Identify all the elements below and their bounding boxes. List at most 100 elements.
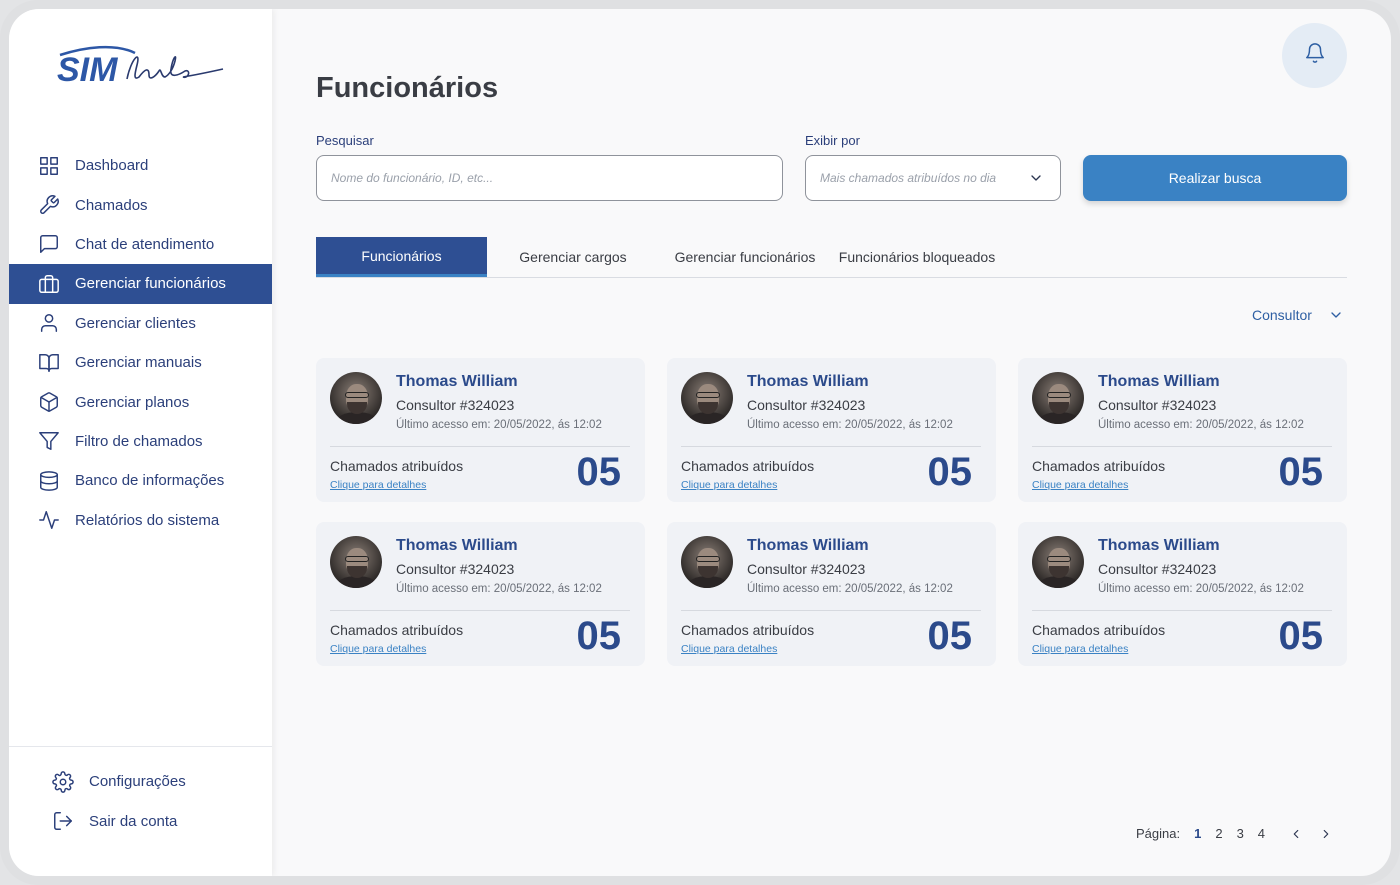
chevron-down-icon (1328, 307, 1344, 323)
employee-role: Consultor #324023 (396, 397, 515, 413)
avatar (681, 372, 733, 424)
details-link[interactable]: Clique para detalhes (1032, 479, 1128, 491)
employee-name: Thomas William (747, 537, 869, 554)
avatar (330, 372, 382, 424)
sidebar-item-chat[interactable]: Chat de atendimento (9, 225, 272, 264)
display-by-value: Mais chamados atribuídos no dia (820, 171, 997, 185)
filter-icon (37, 429, 61, 453)
app-screen: SIM Dashboard Chamados Chat de atendimen… (9, 9, 1391, 876)
gear-icon (51, 770, 75, 794)
avatar (1032, 372, 1084, 424)
sidebar-item-sair[interactable]: Sair da conta (23, 801, 263, 840)
assigned-label: Chamados atribuídos (681, 622, 815, 638)
search-button[interactable]: Realizar busca (1083, 155, 1347, 201)
page-title: Funcionários (316, 72, 499, 104)
grid-icon (37, 154, 61, 178)
tab-bar: Funcionários Gerenciar cargos Gerenciar … (316, 237, 1347, 278)
assigned-label: Chamados atribuídos (1032, 622, 1166, 638)
search-input[interactable] (316, 155, 783, 201)
employee-role: Consultor #324023 (1098, 561, 1217, 577)
employee-role: Consultor #324023 (747, 397, 866, 413)
avatar (330, 536, 382, 588)
card-divider (681, 610, 981, 611)
employee-last-access: Último acesso em: 20/05/2022, ás 12:02 (1098, 583, 1304, 595)
sidebar-item-gerenciar-manuais[interactable]: Gerenciar manuais (9, 343, 272, 382)
tab-funcionarios[interactable]: Funcionários (316, 237, 487, 277)
sidebar-item-label: Gerenciar funcionários (75, 275, 226, 293)
sidebar-item-label: Gerenciar clientes (75, 314, 196, 332)
chevron-left-icon[interactable] (1289, 827, 1303, 841)
details-link[interactable]: Clique para detalhes (1032, 643, 1128, 655)
wrench-icon (37, 193, 61, 217)
avatar (1032, 536, 1084, 588)
sidebar-item-label: Relatórios do sistema (75, 511, 220, 529)
page-link[interactable]: 3 (1237, 826, 1244, 841)
card-divider (1032, 446, 1332, 447)
sidebar-item-banco-informacoes[interactable]: Banco de informações (9, 461, 272, 500)
sidebar-item-label: Banco de informações (75, 472, 225, 490)
tab-gerenciar-cargos[interactable]: Gerenciar cargos (487, 237, 659, 277)
employee-last-access: Último acesso em: 20/05/2022, ás 12:02 (396, 583, 602, 595)
main-content: Funcionários Pesquisar Exibir por Mais c… (316, 9, 1347, 876)
assigned-label: Chamados atribuídos (330, 458, 464, 474)
page-link[interactable]: 4 (1258, 826, 1265, 841)
employee-card: Thomas William Consultor #324023 Último … (316, 522, 645, 666)
display-by-select[interactable]: Mais chamados atribuídos no dia (805, 155, 1061, 201)
sidebar-nav: Dashboard Chamados Chat de atendimento G… (9, 146, 272, 540)
card-divider (1032, 610, 1332, 611)
employee-name: Thomas William (1098, 537, 1220, 554)
assigned-label: Chamados atribuídos (681, 458, 815, 474)
database-icon (37, 469, 61, 493)
employee-name: Thomas William (747, 373, 869, 390)
employee-name: Thomas William (396, 373, 518, 390)
svg-text:SIM: SIM (57, 51, 118, 89)
sidebar-item-filtro-chamados[interactable]: Filtro de chamados (9, 422, 272, 461)
assigned-count: 05 (927, 450, 973, 494)
assigned-label: Chamados atribuídos (1032, 458, 1166, 474)
sidebar-item-gerenciar-planos[interactable]: Gerenciar planos (9, 382, 272, 421)
sidebar-item-label: Sair da conta (89, 812, 178, 830)
assigned-count: 05 (1278, 614, 1324, 658)
employee-role: Consultor #324023 (747, 561, 866, 577)
employee-card: Thomas William Consultor #324023 Último … (1018, 358, 1347, 502)
sidebar-divider (9, 746, 272, 747)
page-link[interactable]: 1 (1194, 826, 1201, 841)
avatar (681, 536, 733, 588)
sidebar-item-label: Configurações (89, 773, 186, 791)
card-divider (330, 610, 630, 611)
chevron-right-icon[interactable] (1319, 827, 1333, 841)
tab-gerenciar-funcionarios[interactable]: Gerenciar funcionários (659, 237, 831, 277)
activity-icon (37, 508, 61, 532)
sidebar-item-label: Filtro de chamados (75, 432, 203, 450)
page-link[interactable]: 2 (1215, 826, 1222, 841)
employee-role: Consultor #324023 (396, 561, 515, 577)
card-divider (330, 446, 630, 447)
employee-card: Thomas William Consultor #324023 Último … (1018, 522, 1347, 666)
assigned-count: 05 (927, 614, 973, 658)
employee-card: Thomas William Consultor #324023 Último … (667, 358, 996, 502)
sidebar-item-gerenciar-funcionarios[interactable]: Gerenciar funcionários (9, 264, 272, 304)
device-frame: SIM Dashboard Chamados Chat de atendimen… (0, 0, 1400, 885)
details-link[interactable]: Clique para detalhes (681, 643, 777, 655)
sidebar-item-configuracoes[interactable]: Configurações (23, 762, 263, 801)
details-link[interactable]: Clique para detalhes (330, 643, 426, 655)
sidebar-item-gerenciar-clientes[interactable]: Gerenciar clientes (9, 304, 272, 343)
sidebar-item-label: Gerenciar planos (75, 393, 190, 411)
employee-name: Thomas William (1098, 373, 1220, 390)
assigned-count: 05 (1278, 450, 1324, 494)
assigned-count: 05 (576, 614, 622, 658)
employee-card: Thomas William Consultor #324023 Último … (667, 522, 996, 666)
employee-last-access: Último acesso em: 20/05/2022, ás 12:02 (747, 419, 953, 431)
details-link[interactable]: Clique para detalhes (681, 479, 777, 491)
sidebar-item-relatorios[interactable]: Relatórios do sistema (9, 501, 272, 540)
role-filter-dropdown[interactable]: Consultor (1252, 307, 1344, 323)
tab-funcionarios-bloqueados[interactable]: Funcionários bloqueados (831, 237, 1003, 277)
sidebar-item-dashboard[interactable]: Dashboard (9, 146, 272, 185)
chat-icon (37, 232, 61, 256)
sidebar: SIM Dashboard Chamados Chat de atendimen… (9, 9, 272, 876)
pagination-label: Página: (1136, 826, 1181, 841)
details-link[interactable]: Clique para detalhes (330, 479, 426, 491)
sidebar-item-chamados[interactable]: Chamados (9, 185, 272, 224)
role-filter-value: Consultor (1252, 307, 1312, 323)
logout-icon (51, 809, 75, 833)
